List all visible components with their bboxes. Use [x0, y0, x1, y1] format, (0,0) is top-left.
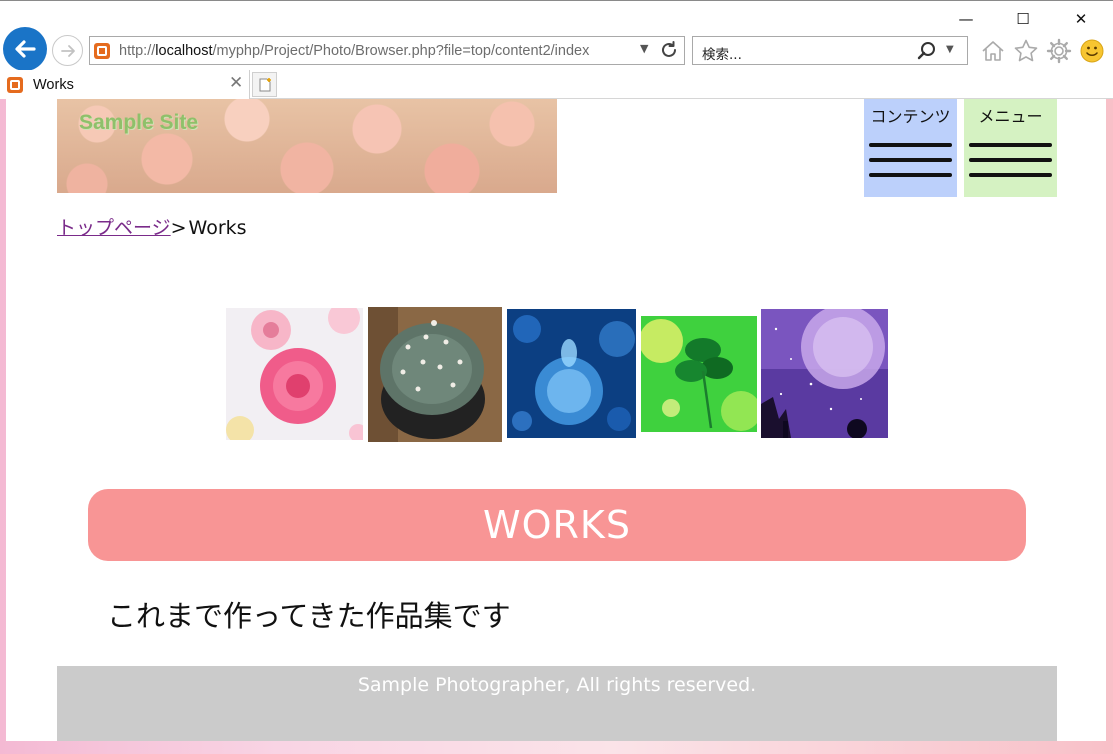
page-content: Sample Site コンテンツ メニュー トップページ> Works WOR… — [6, 99, 1106, 741]
home-icon[interactable] — [978, 36, 1008, 66]
tab-close-icon[interactable]: ✕ — [229, 73, 243, 93]
address-bar[interactable]: http://localhost/myphp/Project/Photo/Bro… — [89, 36, 685, 65]
search-dropdown-icon[interactable]: ▼ — [946, 44, 954, 55]
search-placeholder: 検索... — [702, 47, 742, 63]
page-viewport: Sample Site コンテンツ メニュー トップページ> Works WOR… — [0, 99, 1113, 754]
forward-button[interactable] — [52, 35, 83, 66]
pink-flowers-photo[interactable] — [226, 308, 363, 440]
url-scheme: http:// — [119, 42, 156, 59]
footer-copyright: Sample Photographer, All rights reserved… — [357, 674, 757, 696]
cactus-photo[interactable] — [368, 307, 502, 442]
hamburger-icon — [869, 143, 952, 147]
settings-gear-icon[interactable] — [1044, 36, 1074, 66]
page-footer: Sample Photographer, All rights reserved… — [57, 666, 1057, 741]
breadcrumb-home-link[interactable]: トップページ — [57, 217, 171, 239]
breadcrumb-current: Works — [188, 217, 247, 239]
search-icon[interactable] — [917, 41, 937, 65]
window-titlebar: — ☐ ✕ — [0, 0, 1113, 34]
favorites-star-icon[interactable] — [1011, 36, 1041, 66]
main-menu-label: メニュー — [978, 107, 1043, 126]
header-banner-image: Sample Site — [57, 99, 557, 193]
hamburger-icon — [969, 143, 1052, 147]
new-tab-button[interactable] — [252, 72, 277, 97]
site-title: Sample Site — [79, 111, 199, 134]
site-favicon-icon — [94, 42, 110, 59]
close-window-button[interactable]: ✕ — [1058, 5, 1104, 33]
tab-favicon-icon — [7, 76, 23, 93]
url-path: /myphp/Project/Photo/Browser.php?file=to… — [212, 42, 590, 59]
feedback-smiley-icon[interactable] — [1077, 36, 1107, 66]
url-host: localhost — [155, 42, 213, 59]
blue-bubbles-photo[interactable] — [507, 309, 636, 438]
minimize-button[interactable]: — — [943, 5, 989, 33]
contents-menu-label: コンテンツ — [870, 107, 951, 126]
tab-title: Works — [33, 76, 74, 93]
purple-moon-photo[interactable] — [761, 309, 888, 438]
contents-menu-button[interactable]: コンテンツ — [864, 99, 957, 197]
address-url[interactable]: http://localhost/myphp/Project/Photo/Bro… — [119, 43, 629, 59]
hamburger-icon — [969, 173, 1052, 177]
works-section-banner: WORKS — [88, 489, 1026, 561]
hamburger-icon — [869, 173, 952, 177]
refresh-icon[interactable] — [658, 39, 680, 65]
new-tab-icon — [259, 77, 271, 91]
works-section-title: WORKS — [483, 503, 631, 547]
forward-arrow-icon — [60, 44, 75, 57]
search-box[interactable]: 検索... ▼ — [692, 36, 968, 65]
back-button[interactable] — [3, 27, 47, 71]
works-lead-text: これまで作ってきた作品集です — [107, 599, 511, 633]
main-menu-button[interactable]: メニュー — [964, 99, 1057, 197]
hamburger-icon — [969, 158, 1052, 162]
breadcrumb: トップページ> Works — [57, 213, 247, 240]
maximize-button[interactable]: ☐ — [1000, 5, 1046, 33]
tab-works[interactable]: Works ✕ — [0, 70, 250, 99]
breadcrumb-separator: > — [170, 217, 187, 239]
green-leaves-photo[interactable] — [641, 316, 757, 432]
tab-strip: Works ✕ — [0, 70, 1113, 99]
address-dropdown-icon[interactable]: ▼ — [640, 42, 648, 55]
hamburger-icon — [869, 158, 952, 162]
back-arrow-icon — [15, 40, 36, 58]
